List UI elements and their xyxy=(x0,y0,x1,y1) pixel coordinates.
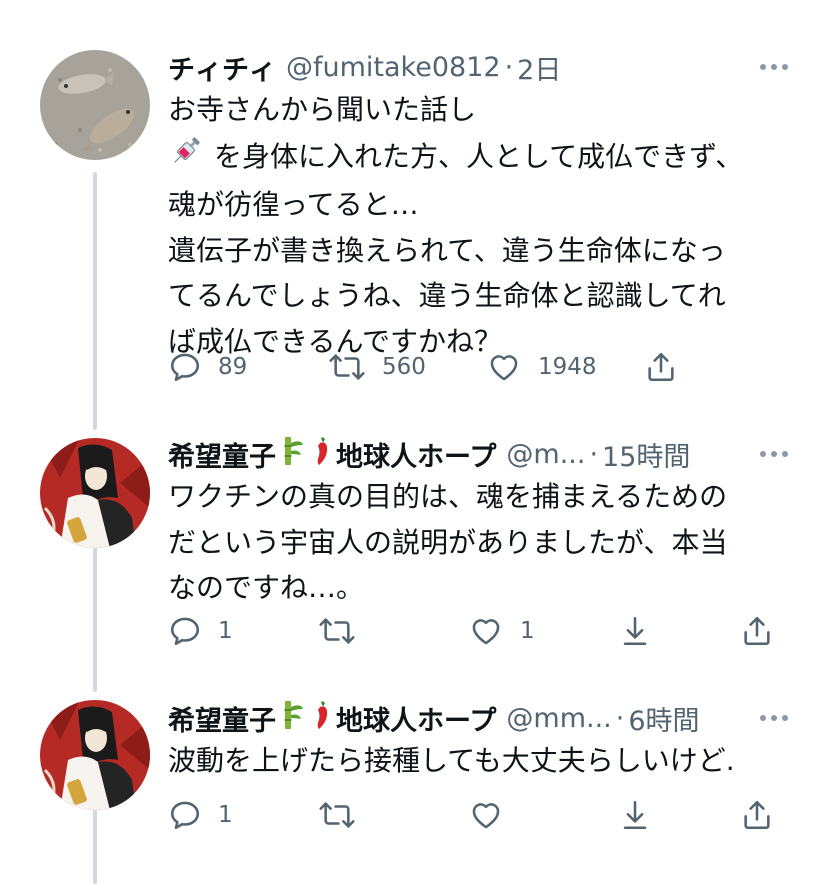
heart-icon xyxy=(490,355,518,381)
tweet-text-line: を身体に入れた方、人として成仏できず、 xyxy=(168,133,808,183)
bamboo-emoji-icon xyxy=(279,699,305,738)
tweet-header: 希望童子 地球人ホープ @m... · 15時間 xyxy=(168,434,690,474)
reply-button[interactable]: 89 xyxy=(168,350,247,384)
user-handle[interactable]: @mm... xyxy=(506,703,611,734)
download-button[interactable] xyxy=(618,614,652,648)
more-options-icon[interactable] xyxy=(760,715,788,721)
separator-dot: · xyxy=(504,51,514,83)
separator-dot: · xyxy=(589,438,599,470)
timestamp[interactable]: 6時間 xyxy=(628,699,699,738)
share-icon xyxy=(744,800,770,830)
tweet-text-line: お寺さんから聞いた話し xyxy=(168,93,477,126)
like-button[interactable]: 1948 xyxy=(486,350,597,384)
avatar[interactable] xyxy=(40,700,150,810)
like-button[interactable] xyxy=(468,798,504,832)
tweet-header: チィチィ @fumitake0812 · 2日 xyxy=(168,47,561,87)
tweet[interactable]: 希望童子 地球人ホープ @m... · 15時間 ワクチンの真の目的は、魂を捕ま… xyxy=(0,430,828,690)
user-handle[interactable]: @m... xyxy=(506,439,585,470)
tweet-text-line: だという宇宙人の説明がありましたが、本当 xyxy=(168,525,728,559)
heart-icon xyxy=(472,619,500,645)
tweet-text-line: なのですね…。 xyxy=(168,571,365,604)
syringe-emoji-icon xyxy=(168,133,204,183)
download-icon xyxy=(623,616,647,646)
reply-button[interactable]: 1 xyxy=(168,798,233,832)
tweet-text: ワクチンの真の目的は、魂を捕まえるための だという宇宙人の説明がありましたが、本… xyxy=(168,474,808,611)
display-name-suffix[interactable]: 地球人ホープ xyxy=(336,435,496,474)
retweet-button[interactable]: 560 xyxy=(328,350,426,384)
reply-icon xyxy=(170,801,200,830)
tweet-text-segment: を身体に入れた方、人として成仏できず、 xyxy=(214,139,744,173)
download-icon xyxy=(623,800,647,830)
chili-pepper-emoji-icon xyxy=(311,699,333,738)
display-name[interactable]: チィチィ xyxy=(168,48,276,87)
share-button[interactable] xyxy=(740,798,774,832)
retweet-button[interactable] xyxy=(318,614,356,648)
tweet-text-line: てるんでしょうね、違う生命体と認識してれ xyxy=(168,279,726,312)
retweet-icon xyxy=(329,354,365,380)
bamboo-emoji-icon xyxy=(279,435,305,474)
avatar[interactable] xyxy=(40,50,150,160)
display-name[interactable]: 希望童子 xyxy=(168,435,276,474)
reply-icon xyxy=(170,617,200,646)
retweet-icon xyxy=(319,802,355,828)
share-button[interactable] xyxy=(740,614,774,648)
more-options-icon[interactable] xyxy=(760,64,788,70)
reply-button[interactable]: 1 xyxy=(168,614,233,648)
share-icon xyxy=(648,352,674,382)
display-name[interactable]: 希望童子 xyxy=(168,699,276,738)
tweet[interactable]: チィチィ @fumitake0812 · 2日 お寺さんから聞いた話し を身体に… xyxy=(0,0,828,430)
retweet-icon xyxy=(319,618,355,644)
tweet-text-line: 魂が彷徨ってると… xyxy=(168,188,419,221)
tweet-text-line: 遺伝子が書き換えられて、違う生命体になっ xyxy=(168,233,726,267)
download-button[interactable] xyxy=(618,798,652,832)
share-button[interactable] xyxy=(644,350,678,384)
tweet-text: お寺さんから聞いた話し を身体に入れた方、人として成仏できず、 魂が彷徨ってると… xyxy=(168,87,808,364)
tweet[interactable]: 希望童子 地球人ホープ @mm... · 6時間 波動を上げたら接種しても大丈夫… xyxy=(0,692,828,884)
tweet-text-line: ワクチンの真の目的は、魂を捕まえるための xyxy=(168,480,728,513)
timestamp[interactable]: 15時間 xyxy=(602,435,690,474)
separator-dot: · xyxy=(615,702,625,734)
like-count: 1 xyxy=(520,618,535,644)
avatar[interactable] xyxy=(40,438,150,548)
like-count: 1948 xyxy=(538,354,597,380)
reply-count: 1 xyxy=(218,618,233,644)
reply-icon xyxy=(170,353,200,382)
like-button[interactable]: 1 xyxy=(468,614,535,648)
tweet-text-line: 波動を上げたら接種しても大丈夫らしいけど. xyxy=(168,744,735,777)
reply-count: 89 xyxy=(218,354,248,380)
heart-icon xyxy=(472,803,500,829)
reply-count: 1 xyxy=(218,802,233,828)
timestamp[interactable]: 2日 xyxy=(517,48,561,87)
display-name-suffix[interactable]: 地球人ホープ xyxy=(336,699,496,738)
retweet-button[interactable] xyxy=(318,798,356,832)
tweet-header: 希望童子 地球人ホープ @mm... · 6時間 xyxy=(168,698,700,738)
more-options-icon[interactable] xyxy=(760,451,788,457)
chili-pepper-emoji-icon xyxy=(311,435,333,474)
tweet-text: 波動を上げたら接種しても大丈夫らしいけど. xyxy=(168,738,808,784)
share-icon xyxy=(744,616,770,646)
retweet-count: 560 xyxy=(382,354,426,380)
user-handle[interactable]: @fumitake0812 xyxy=(286,52,501,83)
